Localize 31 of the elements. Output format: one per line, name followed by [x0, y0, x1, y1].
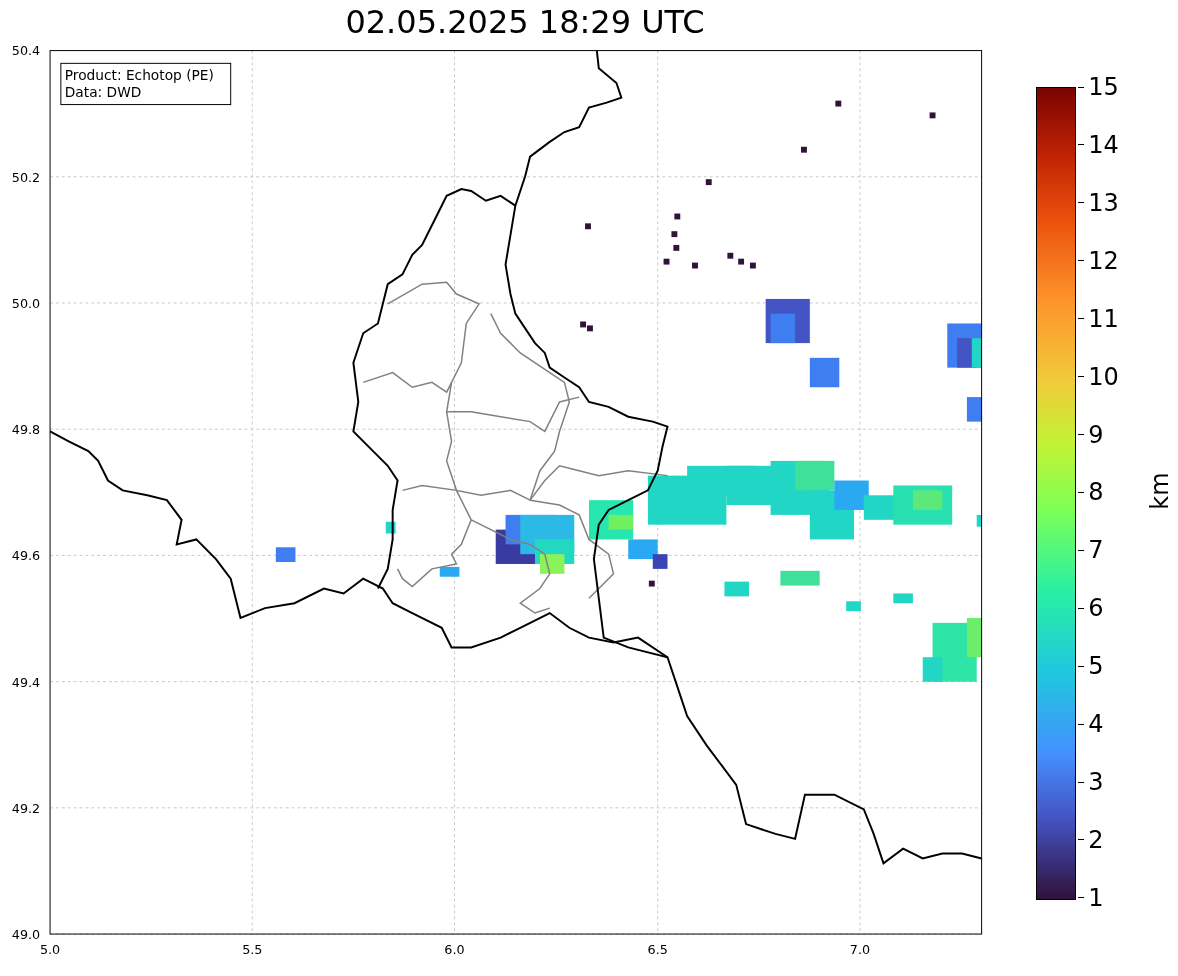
chart-title: 02.05.2025 18:29 UTC — [345, 2, 705, 42]
colorbar-tick-label: 10 — [1088, 362, 1119, 391]
y-tick-label: 50.2 — [11, 169, 41, 185]
x-tick-label: 6.0 — [444, 941, 465, 957]
colorbar-tick-label: 15 — [1088, 73, 1119, 101]
x-tick-label: 6.5 — [647, 941, 668, 957]
colorbar-tick-label: 11 — [1088, 304, 1119, 333]
colorbar-tick-label: 1 — [1088, 883, 1104, 912]
colorbar-tick-label: 9 — [1088, 420, 1104, 449]
colorbar-tick-label: 12 — [1088, 246, 1119, 275]
colorbar-tick-label: 5 — [1088, 652, 1104, 681]
x-tick-label: 7.0 — [849, 941, 871, 957]
colorbar-label: km — [1145, 472, 1174, 510]
colorbar-tick-label: 6 — [1088, 594, 1104, 623]
colorbar-tick-label: 4 — [1088, 710, 1104, 739]
y-tick-label: 49.2 — [11, 800, 41, 816]
x-tick-label: 5.0 — [39, 941, 61, 957]
colorbar-tick-label: 7 — [1088, 536, 1104, 565]
y-tick-label: 50.0 — [11, 295, 41, 311]
colorbar-tick-label: 2 — [1088, 826, 1104, 854]
y-tick-label: 50.4 — [11, 43, 41, 59]
colorbar-tick-label: 14 — [1088, 130, 1119, 159]
colorbar-tick-label: 3 — [1088, 768, 1104, 797]
y-tick-label: 49.0 — [11, 926, 41, 942]
y-tick-label: 49.4 — [11, 674, 41, 690]
colorbar-tick-label: 13 — [1088, 188, 1119, 217]
info-box: Product: Echotop (PE) Data: DWD — [60, 62, 232, 106]
colorbar-tick-label: 8 — [1088, 478, 1104, 507]
x-tick-label: 5.5 — [242, 941, 263, 957]
y-tick-label: 49.6 — [11, 548, 41, 564]
y-tick-label: 49.8 — [11, 422, 41, 438]
